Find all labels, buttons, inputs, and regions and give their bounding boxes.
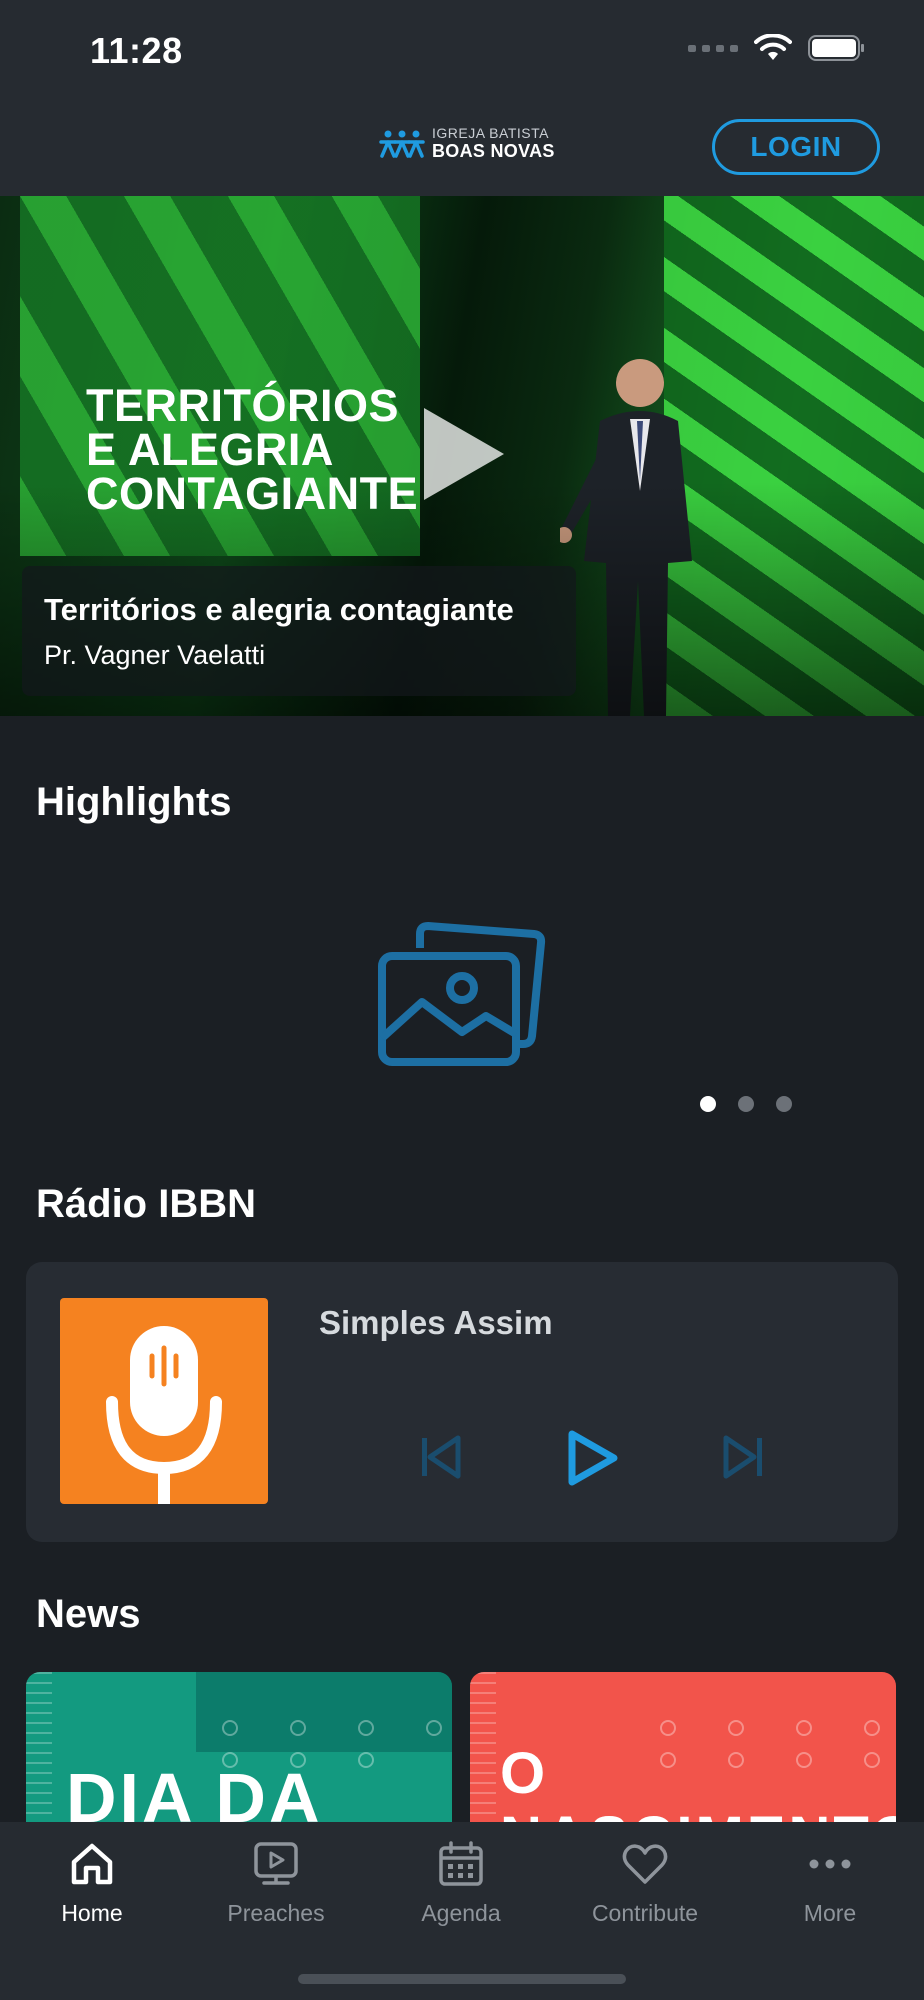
status-icons [688, 34, 866, 62]
tab-label: Contribute [591, 1900, 699, 1926]
highlights-title: Highlights [36, 780, 232, 824]
news-card[interactable]: O NASCIMENTO [470, 1672, 896, 1822]
signal-icon [688, 44, 738, 52]
carousel-dot[interactable] [776, 1096, 792, 1112]
more-icon [809, 1859, 851, 1869]
news-title: News [36, 1592, 141, 1636]
heart-icon [622, 1844, 668, 1884]
logo-line2: BOAS NOVAS [432, 141, 555, 161]
home-icon [71, 1843, 113, 1885]
tab-label: Home [61, 1900, 123, 1926]
carousel-dot[interactable] [738, 1096, 754, 1112]
news-card[interactable]: DIA DA [26, 1672, 452, 1822]
radio-title: Rádio IBBN [36, 1182, 256, 1226]
church-logo: IGREJA BATISTA BOAS NOVAS [378, 126, 555, 160]
radio-artwork [60, 1298, 268, 1504]
tab-preaches[interactable]: Preaches [186, 1840, 366, 1927]
hero-banner[interactable]: TERRITÓRIOS E ALEGRIA CONTAGIANTE Territ… [0, 196, 924, 716]
hero-caption: Territórios e alegria contagiante Pr. Va… [22, 566, 576, 696]
play-button[interactable] [562, 1428, 622, 1488]
logo-people-icon [379, 130, 425, 158]
tab-contribute[interactable]: Contribute [555, 1840, 735, 1927]
microphone-icon [106, 1326, 222, 1504]
news-card-text: DIA DA [66, 1759, 323, 1822]
carousel-dots [700, 1096, 792, 1112]
tab-home[interactable]: Home [2, 1840, 182, 1927]
tab-agenda[interactable]: Agenda [371, 1840, 551, 1927]
tab-label: Preaches [227, 1900, 325, 1926]
next-icon[interactable] [720, 1434, 766, 1480]
status-bar: 11:28 [0, 0, 924, 104]
app-header: IGREJA BATISTA BOAS NOVAS LOGIN [0, 104, 924, 196]
image-placeholder-icon[interactable] [378, 920, 546, 1068]
status-time: 11:28 [90, 30, 183, 71]
tab-more[interactable]: More [740, 1840, 920, 1927]
home-indicator [298, 1974, 626, 1984]
play-icon[interactable] [424, 408, 504, 500]
video-icon [254, 1842, 298, 1885]
hero-title-art: TERRITÓRIOS E ALEGRIA CONTAGIANTE [86, 380, 419, 519]
previous-icon[interactable] [418, 1434, 464, 1480]
hero-caption-title: Territórios e alegria contagiante [44, 592, 514, 627]
login-button[interactable]: LOGIN [712, 119, 880, 175]
calendar-icon [439, 1841, 483, 1886]
radio-player-card[interactable]: Simples Assim [26, 1262, 898, 1542]
radio-track-title: Simples Assim [319, 1304, 553, 1341]
hero-caption-subtitle: Pr. Vagner Vaelatti [44, 640, 266, 670]
tab-label: Agenda [421, 1900, 501, 1926]
logo-line1: IGREJA BATISTA [432, 125, 549, 141]
carousel-dot[interactable] [700, 1096, 716, 1112]
wifi-icon [754, 34, 792, 60]
news-card-text: O NASCIMENTO [500, 1741, 896, 1823]
battery-icon [808, 35, 864, 61]
tab-label: More [803, 1900, 857, 1926]
